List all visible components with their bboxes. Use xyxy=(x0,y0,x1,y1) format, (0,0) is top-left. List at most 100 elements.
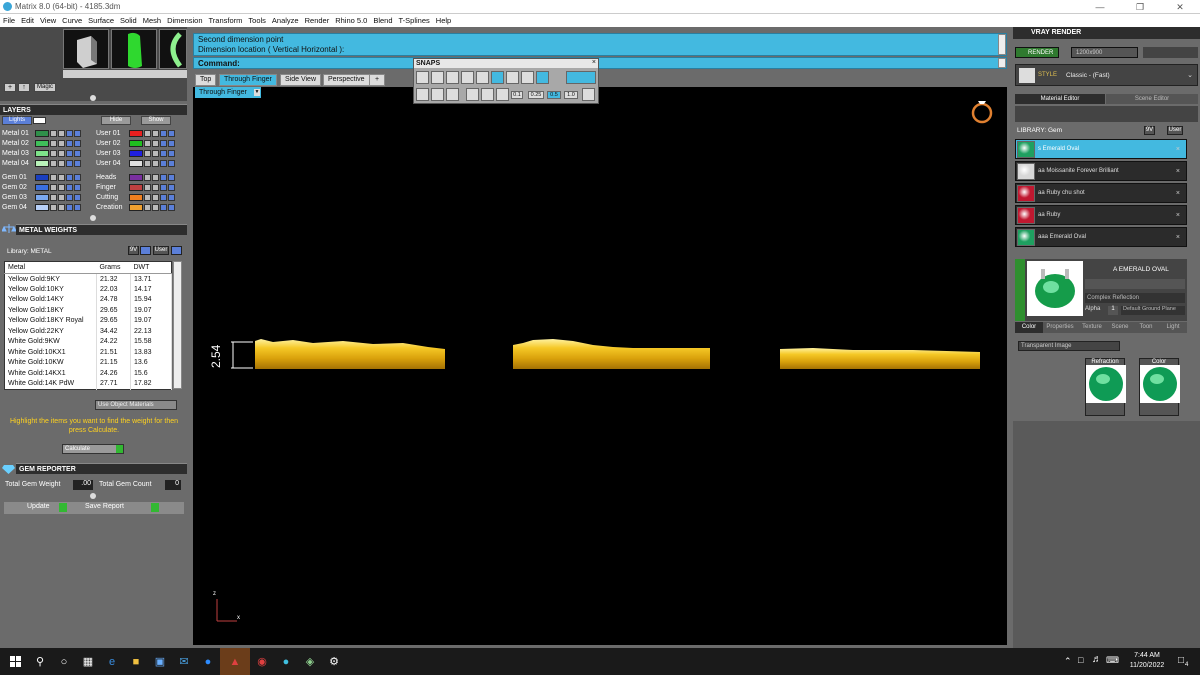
layer-color-swatch[interactable] xyxy=(129,173,143,181)
viewport[interactable]: Through Finger ▼ 2.54 z x xyxy=(193,87,1007,645)
menu-view[interactable]: View xyxy=(40,16,56,25)
snap-line-icon[interactable] xyxy=(466,88,479,101)
right-layer-row[interactable]: User 02 xyxy=(96,138,175,148)
menu-transform[interactable]: Transform xyxy=(209,16,243,25)
metal-user-toggle[interactable] xyxy=(171,246,182,255)
hide-button[interactable]: Hide xyxy=(101,116,131,125)
layer-toggle-icon[interactable] xyxy=(66,183,73,191)
save-report-button[interactable]: Save Report xyxy=(85,503,124,510)
right-layer-row[interactable]: User 01 xyxy=(96,128,175,138)
show-button[interactable]: Show xyxy=(141,116,171,125)
update-button[interactable]: Update xyxy=(27,503,50,510)
gem-user-tag[interactable]: User xyxy=(1167,126,1183,135)
layer-select-icon[interactable] xyxy=(168,139,175,147)
subtab-scene[interactable]: Scene xyxy=(1107,322,1133,333)
left-layer-row[interactable]: Gem 03 xyxy=(2,192,81,202)
snap-grid-toggle-icon[interactable] xyxy=(582,88,595,101)
snap-vertex-icon[interactable] xyxy=(496,88,509,101)
material-list-item[interactable]: aa Moissanite Forever Brilliant × xyxy=(1015,161,1187,181)
magic-button[interactable]: Magic xyxy=(34,83,56,92)
table-row[interactable]: White Gold:14K PdW 27.71 17.82 xyxy=(4,378,172,389)
ground-plane-dropdown[interactable]: Default Ground Plane xyxy=(1121,306,1185,315)
right-layer-row[interactable]: User 03 xyxy=(96,148,175,158)
eye-icon[interactable] xyxy=(144,129,151,137)
snap-value-01[interactable]: 0.1 xyxy=(511,91,523,99)
layer-color-swatch[interactable] xyxy=(35,159,49,167)
layer-color-swatch[interactable] xyxy=(129,149,143,157)
menu-edit[interactable]: Edit xyxy=(21,16,34,25)
dimension-label[interactable]: 2.54 xyxy=(209,345,223,368)
layer-toggle-icon[interactable] xyxy=(160,183,167,191)
menu-tsplines[interactable]: T-Splines xyxy=(399,16,430,25)
file-explorer-icon[interactable]: ■ xyxy=(124,648,148,675)
metal-table-scrollbar[interactable] xyxy=(173,261,182,389)
render-button[interactable]: RENDER xyxy=(1015,47,1059,58)
active-view-label[interactable]: Through Finger xyxy=(195,87,261,98)
clock[interactable]: 7:44 AM 11/20/2022 xyxy=(1122,651,1172,671)
settings-gear-icon[interactable]: ⚙ xyxy=(322,648,346,675)
subtab-toon[interactable]: Toon xyxy=(1133,322,1159,333)
snaps-close-icon[interactable]: × xyxy=(592,59,596,66)
layer-select-icon[interactable] xyxy=(74,139,81,147)
command-input[interactable]: Command: xyxy=(193,57,1007,69)
left-layer-row[interactable]: Gem 01 xyxy=(2,172,81,182)
remove-material-icon[interactable]: × xyxy=(1176,234,1180,241)
add-icon[interactable]: + xyxy=(4,83,16,92)
menu-surface[interactable]: Surface xyxy=(88,16,114,25)
remove-material-icon[interactable]: × xyxy=(1176,168,1180,175)
col-grams[interactable]: Grams xyxy=(96,261,131,274)
edge-icon[interactable]: e xyxy=(100,648,124,675)
layer-toggle-icon[interactable] xyxy=(160,159,167,167)
eye-icon[interactable] xyxy=(144,159,151,167)
layer-toggle-icon[interactable] xyxy=(66,193,73,201)
eye-icon[interactable] xyxy=(50,129,57,137)
command-input-scrollbar[interactable] xyxy=(998,58,1006,68)
layer-toggle-icon[interactable] xyxy=(160,129,167,137)
menu-tools[interactable]: Tools xyxy=(248,16,266,25)
lock-icon[interactable] xyxy=(58,149,65,157)
eye-icon[interactable] xyxy=(144,183,151,191)
preview-tools[interactable] xyxy=(1085,279,1185,289)
layer-color-swatch[interactable] xyxy=(129,203,143,211)
eye-icon[interactable] xyxy=(50,159,57,167)
tab-perspective[interactable]: Perspective xyxy=(323,74,370,86)
layer-color-swatch[interactable] xyxy=(35,203,49,211)
minimize-icon[interactable]: — xyxy=(1080,0,1120,14)
lock-icon[interactable] xyxy=(152,173,159,181)
subtab-color[interactable]: Color xyxy=(1015,322,1043,333)
menu-file[interactable]: File xyxy=(3,16,15,25)
eye-icon[interactable] xyxy=(50,139,57,147)
layer-color-swatch[interactable] xyxy=(35,139,49,147)
snap-mid-icon[interactable] xyxy=(521,71,534,84)
layer-select-icon[interactable] xyxy=(168,183,175,191)
network-icon[interactable]: □ xyxy=(1078,655,1083,665)
tab-scene-editor[interactable]: Scene Editor xyxy=(1106,94,1198,104)
table-row[interactable]: Yellow Gold:18KY 29.65 19.07 xyxy=(4,305,172,316)
lock-icon[interactable] xyxy=(58,183,65,191)
layer-color-swatch[interactable] xyxy=(129,139,143,147)
notification-icon[interactable]: □ xyxy=(1178,655,1184,666)
panel-grip-icon[interactable] xyxy=(90,493,96,499)
eye-icon[interactable] xyxy=(144,149,151,157)
tab-material-editor[interactable]: Material Editor xyxy=(1015,94,1105,104)
layer-toggle-icon[interactable] xyxy=(160,139,167,147)
mail-icon[interactable]: ✉ xyxy=(172,648,196,675)
layer-toggle-icon[interactable] xyxy=(66,203,73,211)
thumbnail-box[interactable] xyxy=(63,29,109,69)
snap-toggle-icon[interactable] xyxy=(566,71,596,84)
left-layer-row[interactable]: Metal 03 xyxy=(2,148,81,158)
table-row[interactable]: Yellow Gold:18KY Royal 29.65 19.07 xyxy=(4,315,172,326)
left-layer-row[interactable]: Gem 02 xyxy=(2,182,81,192)
table-row[interactable]: Yellow Gold:9KY 21.32 13.71 xyxy=(4,273,172,284)
layer-color-swatch[interactable] xyxy=(35,193,49,201)
lock-icon[interactable] xyxy=(152,183,159,191)
layer-select-icon[interactable] xyxy=(74,159,81,167)
lights-swatch[interactable] xyxy=(33,117,46,124)
lock-icon[interactable] xyxy=(152,149,159,157)
windows-start-icon[interactable] xyxy=(4,648,28,675)
lock-icon[interactable] xyxy=(58,159,65,167)
lock-icon[interactable] xyxy=(58,203,65,211)
lock-icon[interactable] xyxy=(152,193,159,201)
col-dwt[interactable]: DWT xyxy=(130,261,172,274)
add-viewport-icon[interactable]: + xyxy=(369,74,385,86)
